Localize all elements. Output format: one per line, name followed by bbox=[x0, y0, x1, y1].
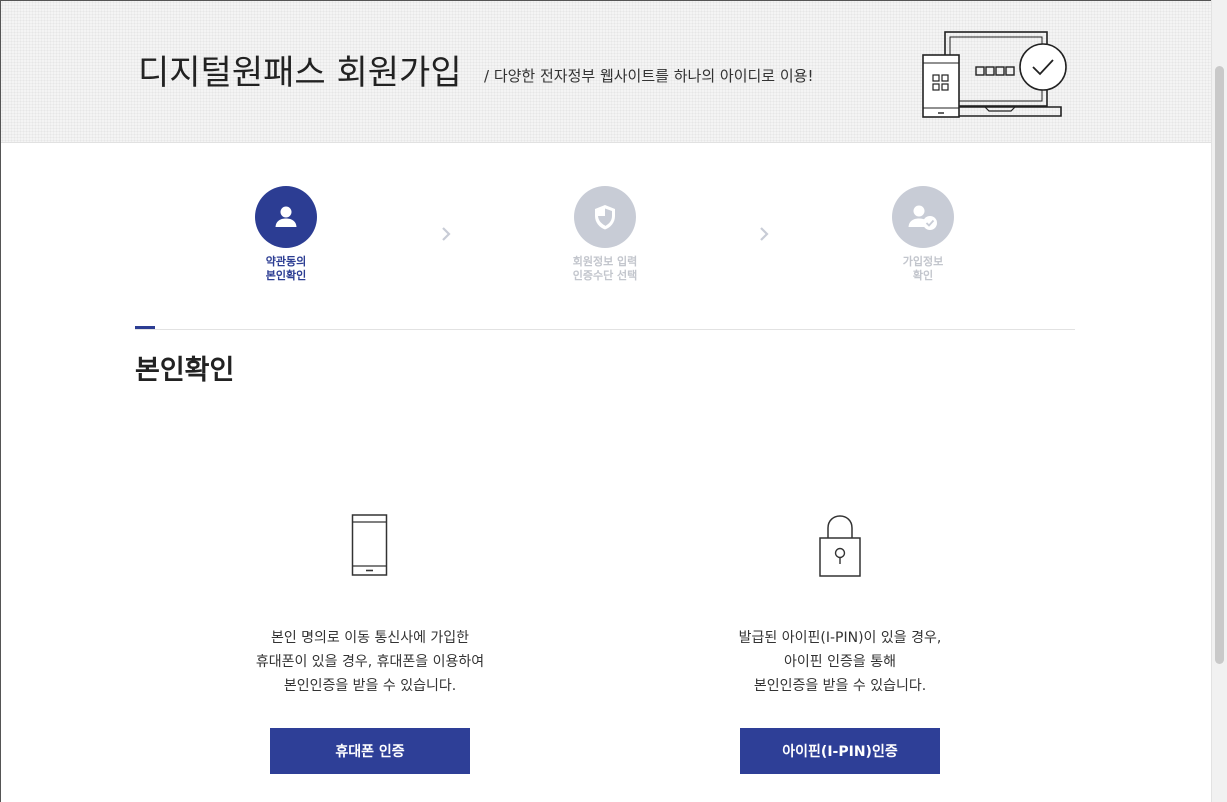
page-subtitle: / 다양한 전자정부 웹사이트를 하나의 아이디로 이용! bbox=[484, 67, 814, 85]
devices-illustration-icon bbox=[922, 31, 1067, 118]
chevron-right-icon bbox=[442, 227, 451, 241]
step-circle-inactive bbox=[574, 186, 636, 248]
page-header: 디지털원패스 회원가입 / 다양한 전자정부 웹사이트를 하나의 아이디로 이용… bbox=[1, 1, 1211, 143]
step-label: 회원정보 입력 인증수단 선택 bbox=[572, 255, 638, 282]
padlock-icon bbox=[819, 515, 861, 577]
chevron-right-icon bbox=[760, 227, 769, 241]
page-title: 디지털원패스 회원가입 bbox=[138, 53, 462, 93]
step-circle-inactive bbox=[892, 186, 954, 248]
step-label: 가입정보 확인 bbox=[902, 255, 944, 282]
auth-ipin-card: 발급된 아이핀(I-PIN)이 있을 경우, 아이핀 인증을 통해 본인인증을 … bbox=[680, 512, 1000, 774]
mobile-auth-button[interactable]: 휴대폰 인증 bbox=[270, 728, 470, 774]
scrollbar-thumb[interactable] bbox=[1215, 66, 1224, 664]
shield-icon bbox=[595, 205, 615, 230]
section-divider bbox=[135, 329, 1075, 330]
vertical-scrollbar[interactable] bbox=[1211, 0, 1227, 802]
auth-mobile-description: 본인 명의로 이동 통신사에 가입한 휴대폰이 있을 경우, 휴대폰을 이용하여… bbox=[255, 630, 485, 694]
auth-ipin-description: 발급된 아이핀(I-PIN)이 있을 경우, 아이핀 인증을 통해 본인인증을 … bbox=[738, 630, 942, 694]
section-title: 본인확인 bbox=[135, 355, 235, 386]
step-agreement-identity: 약관동의 본인확인 bbox=[221, 186, 351, 283]
step-signup-confirm: 가입정보 확인 bbox=[858, 186, 988, 283]
ipin-auth-button[interactable]: 아이핀(I-PIN)인증 bbox=[740, 728, 940, 774]
step-circle-active bbox=[255, 186, 317, 248]
auth-mobile-card: 본인 명의로 이동 통신사에 가입한 휴대폰이 있을 경우, 휴대폰을 이용하여… bbox=[210, 512, 530, 774]
section-accent-bar bbox=[135, 326, 155, 329]
user-icon bbox=[275, 206, 297, 227]
step-label: 약관동의 본인확인 bbox=[265, 255, 307, 282]
mobile-phone-icon bbox=[351, 514, 388, 576]
user-check-icon bbox=[908, 205, 937, 230]
step-member-info: 회원정보 입력 인증수단 선택 bbox=[540, 186, 670, 283]
